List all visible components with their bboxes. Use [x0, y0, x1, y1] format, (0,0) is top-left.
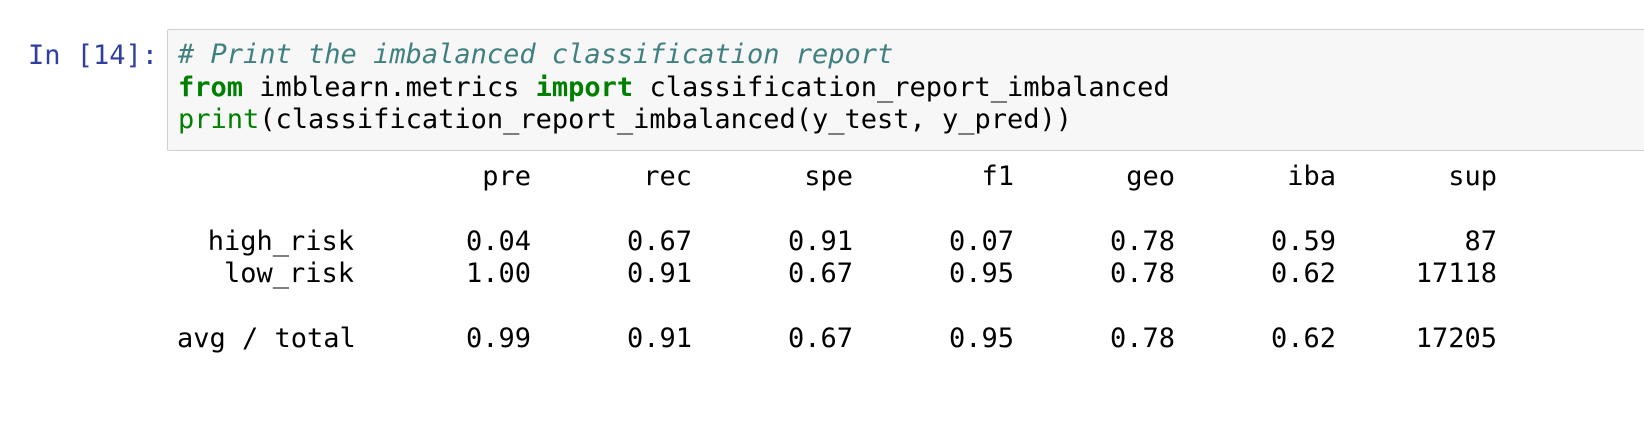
cell-value: 0.95 — [948, 258, 1014, 290]
col-header: iba — [1287, 161, 1336, 192]
cell-value: 17118 — [1415, 258, 1497, 290]
cell-value: 0.78 — [1109, 225, 1175, 257]
cell-value: 87 — [1464, 225, 1497, 257]
cell-value: 0.95 — [948, 322, 1014, 354]
col-header: rec — [643, 161, 692, 192]
cell-value: 0.62 — [1270, 322, 1336, 354]
col-header: sup — [1448, 161, 1497, 192]
input-prompt: In [14]: — [28, 40, 159, 71]
cell-value: 17205 — [1415, 322, 1497, 354]
col-header: pre — [482, 161, 531, 192]
code-line: # Print the imbalanced classification re… — [178, 39, 1170, 72]
code-token-text: imblearn.metrics — [243, 71, 536, 103]
col-header: f1 — [981, 161, 1014, 192]
cell-value: 0.91 — [787, 225, 853, 257]
cell-value: 0.78 — [1109, 322, 1175, 354]
code-editor[interactable]: # Print the imbalanced classification re… — [167, 29, 1644, 151]
row-label: low_risk — [223, 258, 354, 290]
cell-output: pre rec spe f1 geo iba sup high_risk 0.0… — [177, 161, 1497, 355]
cell-value: 0.67 — [787, 322, 853, 354]
code-line: print(classification_report_imbalanced(y… — [178, 104, 1170, 137]
cell-value: 0.59 — [1270, 225, 1336, 257]
cell-value: 0.78 — [1109, 258, 1175, 290]
report-row-low-risk: low_risk 1.00 0.91 0.67 0.95 0.78 0.62 1… — [177, 258, 1497, 290]
report-row-avg-total: avg / total 0.99 0.91 0.67 0.95 0.78 0.6… — [177, 323, 1497, 355]
notebook-code-cell: In [14]: # Print the imbalanced classifi… — [0, 0, 1644, 428]
code-token-text: (classification_report_imbalanced(y_test… — [259, 104, 1073, 135]
code-token-kw: import — [535, 71, 634, 103]
cell-value: 0.99 — [465, 322, 531, 354]
row-label: avg / total — [177, 322, 356, 354]
cell-value: 0.04 — [465, 225, 531, 257]
code-content[interactable]: # Print the imbalanced classification re… — [178, 39, 1170, 137]
cell-value: 0.67 — [787, 258, 853, 290]
col-header: spe — [804, 161, 853, 192]
code-token-text: classification_report_imbalanced — [633, 71, 1170, 103]
code-token-comment: # Print the imbalanced classification re… — [178, 39, 894, 70]
col-header: geo — [1126, 161, 1175, 192]
header-blank — [177, 161, 354, 193]
cell-value: 0.62 — [1270, 258, 1336, 290]
code-token-builtin: print — [178, 104, 260, 135]
row-label: high_risk — [207, 225, 354, 257]
report-row-high-risk: high_risk 0.04 0.67 0.91 0.07 0.78 0.59 … — [177, 226, 1497, 258]
cell-value: 0.07 — [948, 225, 1014, 257]
cell-value: 0.67 — [626, 225, 692, 257]
cell-value: 0.91 — [626, 258, 692, 290]
code-line: from imblearn.metrics import classificat… — [178, 72, 1170, 105]
report-header-row: pre rec spe f1 geo iba sup — [177, 161, 1497, 193]
cell-value: 1.00 — [465, 258, 531, 290]
cell-value: 0.91 — [626, 322, 692, 354]
code-token-kw: from — [178, 71, 244, 103]
